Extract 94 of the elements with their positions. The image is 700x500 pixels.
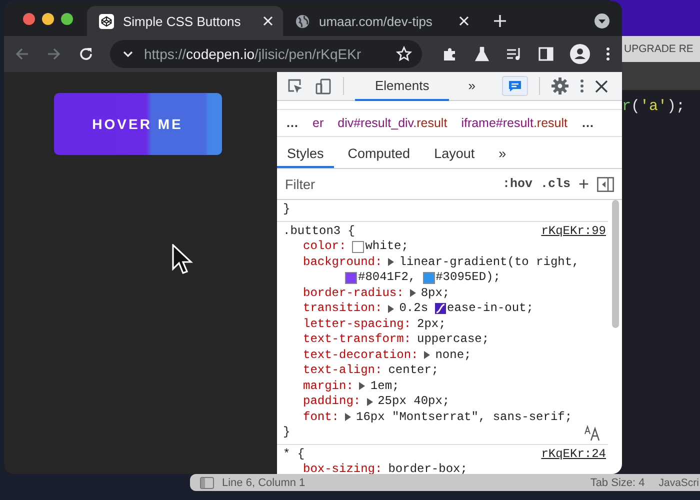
source-link[interactable]: rKqEKr:24 <box>541 446 606 462</box>
css-value: 25px 40px; <box>378 394 450 410</box>
maximize-window-icon[interactable] <box>61 12 73 24</box>
code-line: r('a'); <box>622 98 686 115</box>
close-tab-icon[interactable] <box>263 16 273 26</box>
new-tab-icon[interactable] <box>493 14 507 28</box>
more-options-icon[interactable] <box>606 47 610 61</box>
profile-icon[interactable] <box>570 44 590 64</box>
color-swatch[interactable] <box>345 272 357 284</box>
css-value: 16px "Montserrat", sans-serif; <box>356 410 572 425</box>
url-text: https://codepen.io/jlisic/pen/rKqEKr <box>144 46 362 62</box>
css-value: white; <box>365 239 408 254</box>
close-icon[interactable] <box>595 80 608 92</box>
close-tab-icon[interactable] <box>459 16 469 26</box>
css-property: background: <box>303 254 382 270</box>
hover-state-toggle[interactable]: :hov <box>502 177 532 191</box>
closing-brace: } <box>283 202 290 218</box>
css-property: padding: <box>303 394 361 410</box>
side-panel-icon[interactable] <box>538 46 554 62</box>
css-property: font: <box>303 410 340 425</box>
back-icon[interactable] <box>14 46 30 62</box>
hover-me-button[interactable]: HOVER ME <box>54 93 222 155</box>
expand-triangle-icon[interactable] <box>345 413 352 422</box>
panel-tab[interactable]: Elements <box>355 72 450 100</box>
css-property: text-decoration: <box>303 348 418 363</box>
css-value: linear-gradient(to right, <box>399 254 580 270</box>
css-value: 1em; <box>370 378 400 394</box>
tab-size[interactable]: Tab Size: 4 <box>590 476 645 488</box>
css-value: #8041F2, <box>358 270 416 286</box>
css-value: 0.2s <box>399 301 428 316</box>
css-value: center; <box>388 363 439 378</box>
css-value: 2px; <box>417 316 446 332</box>
expand-triangle-icon[interactable] <box>388 258 394 266</box>
css-property: color: <box>303 239 346 254</box>
expand-triangle-icon[interactable] <box>388 304 394 313</box>
dropdown-icon[interactable] <box>594 13 610 29</box>
color-swatch[interactable] <box>422 272 435 284</box>
css-value: border-box; <box>388 462 468 474</box>
css-selector: * { <box>283 446 305 462</box>
pane-tab[interactable]: Layout <box>424 140 485 168</box>
browser-tab[interactable]: Simple CSS Buttons <box>87 6 283 36</box>
expand-triangle-icon[interactable] <box>410 289 416 298</box>
css-value: #3095ED); <box>436 270 500 286</box>
css-property: text-align: <box>303 363 382 378</box>
new-rule-button[interactable]: + <box>578 174 589 194</box>
expand-triangle-icon[interactable] <box>424 351 430 360</box>
font-editor-icon[interactable] <box>584 424 602 441</box>
chat-icon[interactable] <box>502 76 528 96</box>
css-property: transition: <box>303 301 382 316</box>
css-property: border-radius: <box>303 286 404 301</box>
class-toggle[interactable]: .cls <box>540 177 570 191</box>
scrollbar[interactable] <box>612 200 619 328</box>
css-value: 8px; <box>420 286 450 301</box>
cursor-position: Line 6, Column 1 <box>222 476 306 488</box>
more-crumbs[interactable]: … <box>286 116 298 130</box>
breadcrumb[interactable]: iframe#result.result <box>461 116 568 130</box>
star-icon[interactable] <box>396 46 412 62</box>
reload-icon[interactable] <box>78 46 94 62</box>
puzzle-piece-icon[interactable] <box>442 46 458 62</box>
editor-tab[interactable]: UPGRADE RE <box>622 36 700 62</box>
css-value: none; <box>435 348 472 363</box>
color-swatch[interactable] <box>352 240 364 253</box>
css-property: margin: <box>303 378 354 394</box>
pane-tab[interactable]: » <box>488 140 516 168</box>
playlist-icon[interactable] <box>506 46 522 62</box>
css-selector: .button3 { <box>283 224 356 239</box>
source-link[interactable]: rKqEKr:99 <box>541 224 606 239</box>
easing-curve-icon[interactable] <box>435 303 446 314</box>
sidebar-toggle-icon[interactable] <box>597 176 614 192</box>
globe-icon <box>295 14 310 28</box>
css-property: text-transform: <box>303 332 412 348</box>
browser-tab[interactable]: umaar.com/dev-tips <box>283 6 479 36</box>
more-crumbs[interactable]: … <box>581 116 594 130</box>
language-mode[interactable]: JavaScri <box>658 476 699 488</box>
minimize-window-icon[interactable] <box>42 12 54 24</box>
css-value: uppercase; <box>417 332 490 348</box>
css-property: letter-spacing: <box>303 316 412 332</box>
cube-icon <box>99 14 114 28</box>
panel-tab[interactable]: » <box>460 72 484 100</box>
closing-brace: } <box>283 425 290 440</box>
device-toggle-icon[interactable] <box>315 78 332 94</box>
sidebar-toggle-icon[interactable] <box>200 476 214 488</box>
more-options-icon[interactable] <box>580 79 584 93</box>
settings-icon[interactable] <box>551 77 570 95</box>
flask-icon[interactable] <box>474 46 490 62</box>
breadcrumb[interactable]: div#result_div.result <box>338 116 448 130</box>
forward-icon[interactable] <box>46 46 62 62</box>
breadcrumb[interactable]: er <box>312 116 324 130</box>
css-value: ease-in-out; <box>447 301 534 316</box>
pane-tab[interactable]: Computed <box>338 140 420 168</box>
pane-tab[interactable]: Styles <box>277 140 334 168</box>
inspect-element-icon[interactable] <box>287 78 304 94</box>
close-window-icon[interactable] <box>23 12 35 24</box>
address-bar[interactable]: https://codepen.io/jlisic/pen/rKqEKr <box>110 40 422 68</box>
